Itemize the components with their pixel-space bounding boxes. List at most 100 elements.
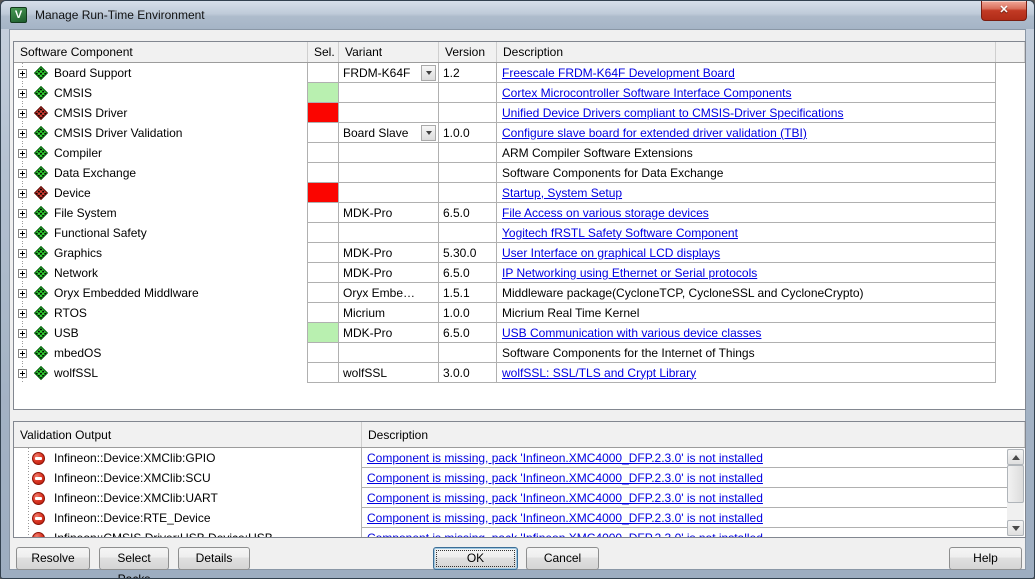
selection-cell[interactable]: [308, 263, 339, 283]
validation-scrollbar[interactable]: [1007, 449, 1024, 536]
description-text[interactable]: Cortex Microcontroller Software Interfac…: [502, 86, 791, 100]
variant-cell[interactable]: [339, 223, 439, 243]
description-text[interactable]: File Access on various storage devices: [502, 206, 709, 220]
selection-cell[interactable]: [308, 103, 339, 123]
expand-icon[interactable]: [18, 69, 27, 78]
expand-icon[interactable]: [18, 309, 27, 318]
description-text[interactable]: wolfSSL: SSL/TLS and Crypt Library: [502, 366, 696, 380]
description-text[interactable]: Startup, System Setup: [502, 186, 622, 200]
validation-item-label[interactable]: Infineon::Device:XMClib:GPIO: [54, 451, 215, 465]
component-label[interactable]: Device: [54, 186, 91, 200]
validation-item-label[interactable]: Infineon::Device:RTE_Device: [54, 511, 211, 525]
description-text[interactable]: Software Components for the Internet of …: [502, 346, 755, 360]
expand-icon[interactable]: [18, 329, 27, 338]
validation-item-label[interactable]: Infineon::Device:XMClib:SCU: [54, 471, 211, 485]
validation-item-label[interactable]: Infineon::Device:XMClib:UART: [54, 491, 218, 505]
selection-cell[interactable]: [308, 123, 339, 143]
description-text[interactable]: Configure slave board for extended drive…: [502, 126, 807, 140]
variant-cell[interactable]: Oryx Embedded...: [339, 283, 439, 303]
validation-description-link[interactable]: Component is missing, pack 'Infineon.XMC…: [367, 471, 763, 485]
component-label[interactable]: mbedOS: [54, 346, 101, 360]
expand-icon[interactable]: [18, 249, 27, 258]
component-label[interactable]: Network: [54, 266, 98, 280]
validation-description-link[interactable]: Component is missing, pack 'Infineon.XMC…: [367, 531, 763, 538]
selection-cell[interactable]: [308, 83, 339, 103]
component-label[interactable]: CMSIS Driver: [54, 106, 127, 120]
variant-cell[interactable]: MDK-Pro: [339, 243, 439, 263]
expand-icon[interactable]: [18, 89, 27, 98]
component-label[interactable]: File System: [54, 206, 117, 220]
selection-cell[interactable]: [308, 163, 339, 183]
variant-cell[interactable]: wolfSSL: [339, 363, 439, 383]
description-text[interactable]: Micrium Real Time Kernel: [502, 306, 639, 320]
expand-icon[interactable]: [18, 109, 27, 118]
selection-cell[interactable]: [308, 323, 339, 343]
scrollbar-thumb[interactable]: [1007, 465, 1024, 503]
selection-cell[interactable]: [308, 283, 339, 303]
variant-cell[interactable]: FRDM-K64F: [339, 63, 439, 83]
selection-cell[interactable]: [308, 183, 339, 203]
validation-description-link[interactable]: Component is missing, pack 'Infineon.XMC…: [367, 511, 763, 525]
component-label[interactable]: Board Support: [54, 66, 131, 80]
component-label[interactable]: RTOS: [54, 306, 87, 320]
variant-cell[interactable]: [339, 143, 439, 163]
expand-icon[interactable]: [18, 209, 27, 218]
validation-description-link[interactable]: Component is missing, pack 'Infineon.XMC…: [367, 451, 763, 465]
scroll-up-icon[interactable]: [1007, 449, 1024, 465]
description-text[interactable]: ARM Compiler Software Extensions: [502, 146, 693, 160]
expand-icon[interactable]: [18, 189, 27, 198]
expand-icon[interactable]: [18, 349, 27, 358]
expand-icon[interactable]: [18, 369, 27, 378]
variant-cell[interactable]: [339, 83, 439, 103]
component-label[interactable]: wolfSSL: [54, 366, 98, 380]
selection-cell[interactable]: [308, 343, 339, 363]
selection-cell[interactable]: [308, 63, 339, 83]
selection-cell[interactable]: [308, 203, 339, 223]
close-icon[interactable]: ✕: [981, 1, 1027, 21]
description-text[interactable]: IP Networking using Ethernet or Serial p…: [502, 266, 757, 280]
description-text[interactable]: User Interface on graphical LCD displays: [502, 246, 720, 260]
description-text[interactable]: Unified Device Drivers compliant to CMSI…: [502, 106, 843, 120]
description-text[interactable]: Yogitech fRSTL Safety Software Component: [502, 226, 738, 240]
component-label[interactable]: Functional Safety: [54, 226, 147, 240]
component-label[interactable]: USB: [54, 326, 79, 340]
dropdown-arrow-icon[interactable]: [421, 125, 436, 141]
dropdown-arrow-icon[interactable]: [421, 65, 436, 81]
ok-button[interactable]: OK: [433, 547, 518, 570]
component-label[interactable]: CMSIS Driver Validation: [54, 126, 182, 140]
select-packs-button[interactable]: Select Packs: [99, 547, 169, 570]
expand-icon[interactable]: [18, 289, 27, 298]
selection-cell[interactable]: [308, 303, 339, 323]
selection-cell[interactable]: [308, 143, 339, 163]
details-button[interactable]: Details: [178, 547, 250, 570]
component-label[interactable]: CMSIS: [54, 86, 92, 100]
expand-icon[interactable]: [18, 169, 27, 178]
selection-cell[interactable]: [308, 223, 339, 243]
selection-cell[interactable]: [308, 243, 339, 263]
description-text[interactable]: USB Communication with various device cl…: [502, 326, 761, 340]
variant-cell[interactable]: MDK-Pro: [339, 203, 439, 223]
variant-cell[interactable]: [339, 343, 439, 363]
title-bar[interactable]: V Manage Run-Time Environment ✕: [1, 1, 1034, 29]
description-text[interactable]: Middleware package(CycloneTCP, CycloneSS…: [502, 286, 864, 300]
component-label[interactable]: Graphics: [54, 246, 102, 260]
description-text[interactable]: Freescale FRDM-K64F Development Board: [502, 66, 735, 80]
component-label[interactable]: Oryx Embedded Middlware: [54, 286, 199, 300]
variant-cell[interactable]: MDK-Pro: [339, 263, 439, 283]
component-label[interactable]: Data Exchange: [54, 166, 136, 180]
cancel-button[interactable]: Cancel: [526, 547, 599, 570]
expand-icon[interactable]: [18, 149, 27, 158]
expand-icon[interactable]: [18, 129, 27, 138]
help-button[interactable]: Help: [949, 547, 1022, 570]
expand-icon[interactable]: [18, 229, 27, 238]
variant-cell[interactable]: [339, 103, 439, 123]
description-text[interactable]: Software Components for Data Exchange: [502, 166, 723, 180]
resolve-button[interactable]: Resolve: [16, 547, 90, 570]
variant-cell[interactable]: [339, 183, 439, 203]
variant-cell[interactable]: Board Slave: [339, 123, 439, 143]
selection-cell[interactable]: [308, 363, 339, 383]
validation-description-link[interactable]: Component is missing, pack 'Infineon.XMC…: [367, 491, 763, 505]
scroll-down-icon[interactable]: [1007, 520, 1024, 536]
variant-cell[interactable]: Micrium: [339, 303, 439, 323]
validation-item-label[interactable]: Infineon::CMSIS Driver:USB Device:USB: [54, 531, 273, 537]
